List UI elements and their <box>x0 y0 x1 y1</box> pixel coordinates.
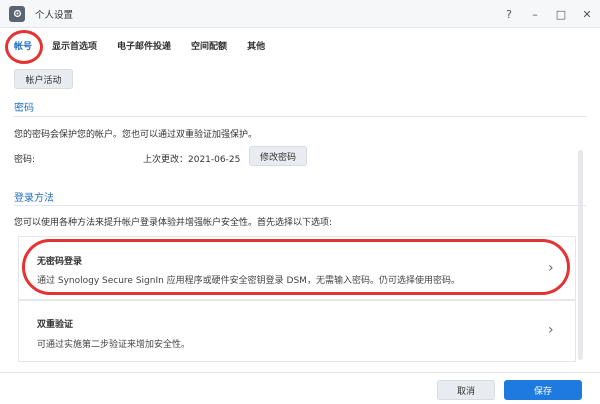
save-button[interactable]: 保存 <box>504 380 582 400</box>
password-heading: 密码 <box>14 103 34 114</box>
password-label: 密码: <box>14 155 36 165</box>
maximize-icon[interactable]: □ <box>548 8 574 21</box>
tab-bar: 帐号 显示首选项 电子邮件投递 空间配额 其他 <box>0 30 600 60</box>
minimize-icon[interactable]: – <box>522 8 548 21</box>
login-method-heading: 登录方法 <box>14 193 54 204</box>
scrollbar[interactable] <box>578 150 583 360</box>
password-last-changed: 上次更改：2021-06-25 <box>143 155 241 165</box>
tab-account[interactable]: 帐号 <box>14 39 32 52</box>
login-method-divider <box>14 205 586 206</box>
settings-app-icon <box>9 5 25 22</box>
cancel-button[interactable]: 取消 <box>437 380 495 400</box>
chevron-right-icon[interactable]: › <box>548 322 554 338</box>
change-password-button[interactable]: 修改密码 <box>249 146 307 166</box>
window-controls: ? – □ ✕ <box>496 0 600 28</box>
user-gear-icon <box>13 9 21 18</box>
window-title: 个人设置 <box>35 9 74 21</box>
tab-display-preferences[interactable]: 显示首选项 <box>52 39 97 52</box>
tab-quota[interactable]: 空间配额 <box>191 39 227 52</box>
tab-others[interactable]: 其他 <box>247 39 265 52</box>
passwordless-login-title: 无密码登录 <box>37 257 83 267</box>
passwordless-login-card[interactable] <box>18 236 576 300</box>
two-factor-card[interactable] <box>18 300 576 362</box>
help-icon[interactable]: ? <box>496 8 522 21</box>
tab-email-delivery[interactable]: 电子邮件投递 <box>117 39 171 52</box>
chevron-right-icon[interactable]: › <box>548 260 554 276</box>
password-divider <box>14 116 586 117</box>
password-description: 您的密码会保护您的帐户。您也可以通过双重验证加强保护。 <box>14 130 258 140</box>
two-factor-description: 可通过实施第二步验证来增加安全性。 <box>37 340 191 350</box>
window-titlebar: 个人设置 ? – □ ✕ <box>0 0 600 28</box>
close-icon[interactable]: ✕ <box>574 8 600 21</box>
passwordless-login-description: 通过 Synology Secure SignIn 应用程序或硬件安全密钥登录 … <box>37 276 460 286</box>
two-factor-title: 双重验证 <box>37 320 74 330</box>
login-method-description: 您可以使用各种方法来提升帐户登录体验并增强帐户安全性。首先选择以下选项: <box>14 218 333 228</box>
account-activity-button[interactable]: 帐户活动 <box>14 69 73 89</box>
